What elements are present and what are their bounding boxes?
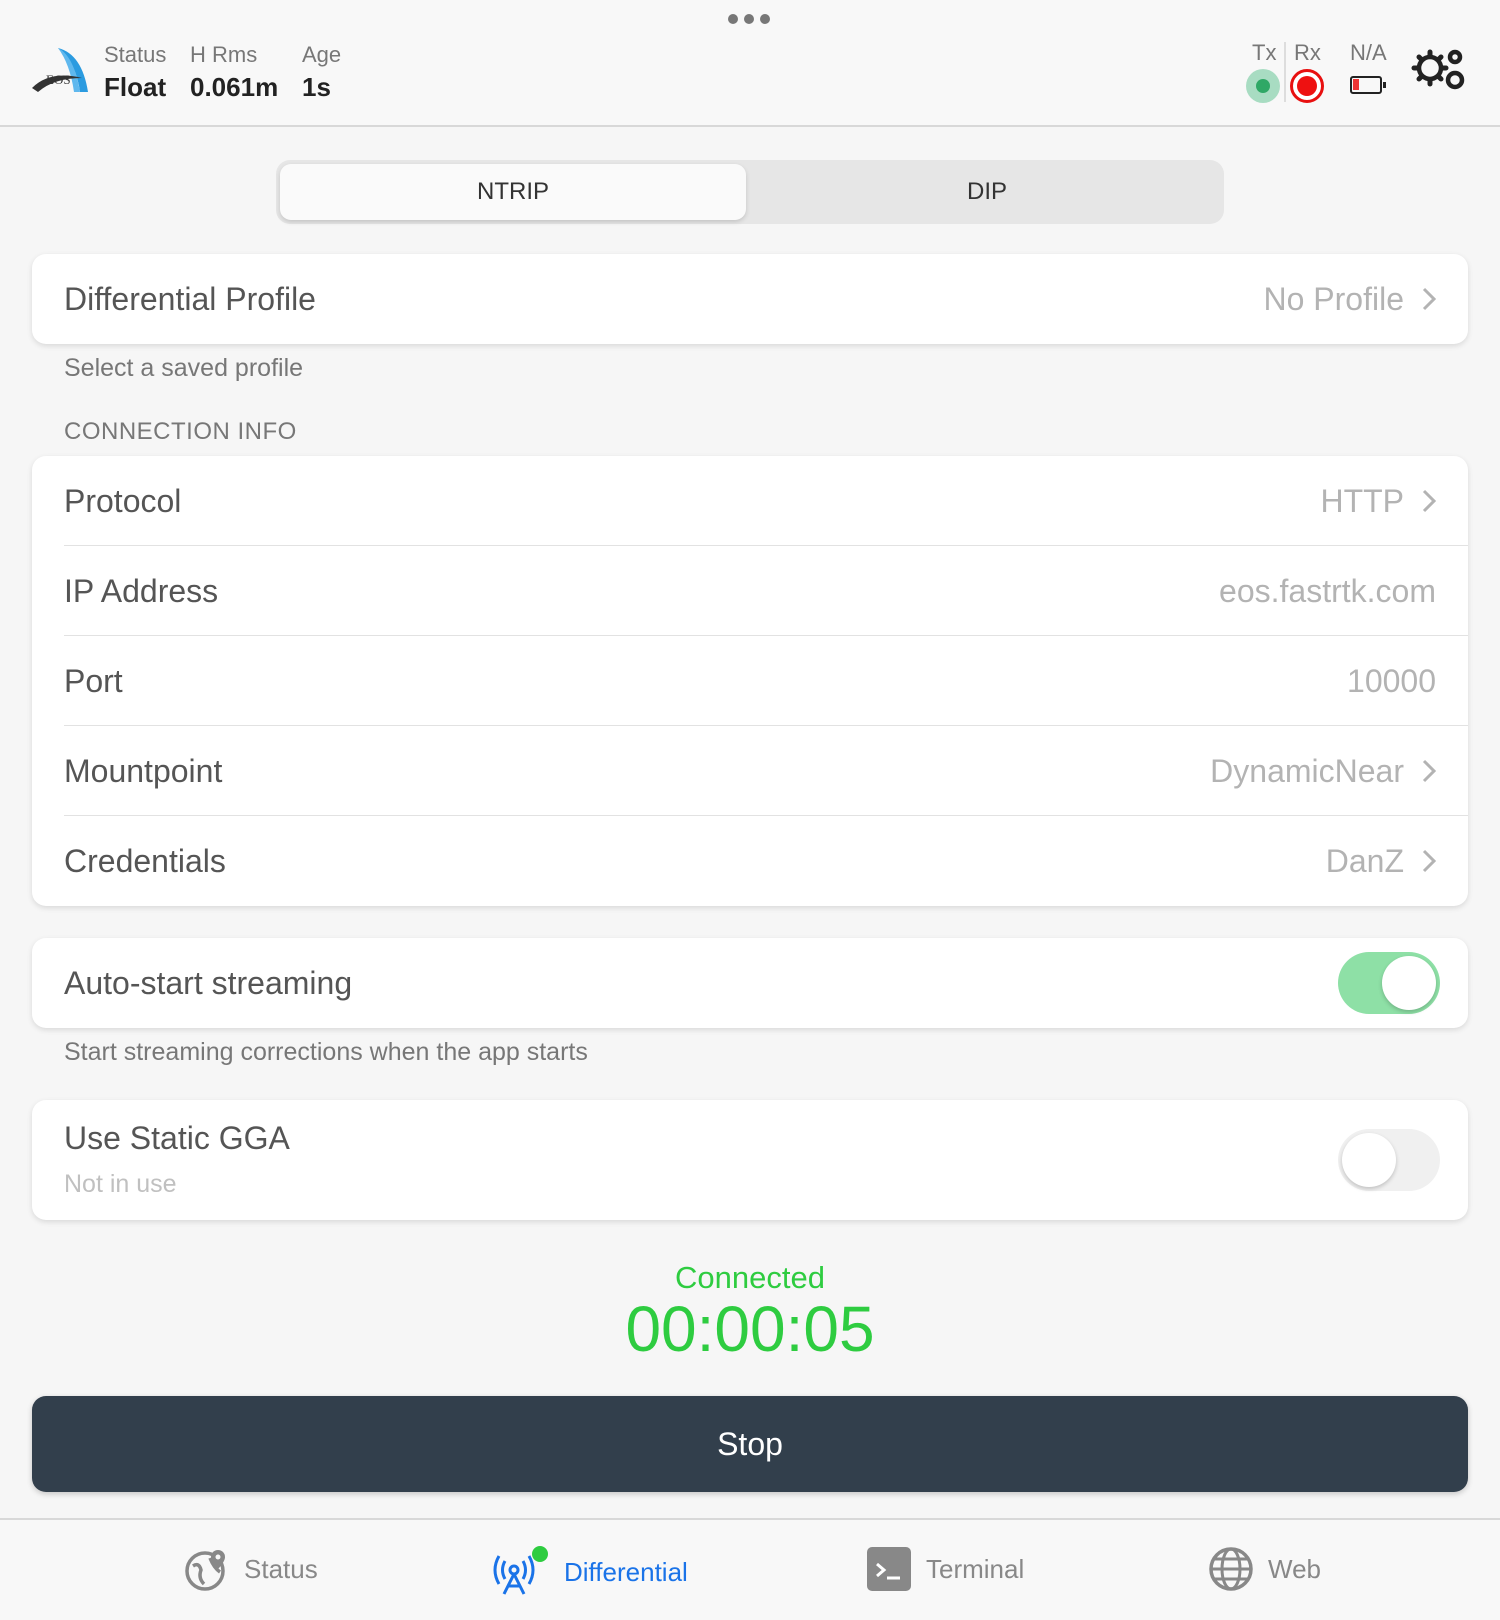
port-label: Port [64,662,123,699]
static-gga-label: Use Static GGA [64,1120,290,1156]
mountpoint-value: DynamicNear [1210,752,1404,789]
antenna-tower-icon [493,1546,548,1595]
tab-differential-label: Differential [564,1556,688,1587]
mountpoint-label: Mountpoint [64,752,223,789]
differential-profile-label: Differential Profile [64,280,316,317]
chevron-right-icon [1422,849,1436,873]
more-dots-icon[interactable] [728,14,770,24]
tab-terminal[interactable]: Terminal [866,1546,1024,1592]
ip-address-label: IP Address [64,572,219,609]
tab-web-label: Web [1268,1553,1321,1584]
hrms-value: 0.061m [190,72,279,102]
credentials-row[interactable]: Credentials DanZ [32,816,1468,906]
age-stat: Age 1s [302,42,341,103]
chevron-right-icon [1422,759,1436,783]
battery-label: N/A [1350,40,1387,65]
profile-card: Differential Profile No Profile [32,254,1468,344]
port-value[interactable]: 10000 [1347,663,1436,700]
hrms-label: H Rms [190,42,258,67]
tab-dip[interactable]: DIP [754,164,1220,220]
static-gga-sublabel: Not in use [64,1170,177,1198]
tx-label: Tx [1252,40,1277,65]
rx-indicator [1290,69,1324,103]
txrx-divider [1284,42,1286,102]
tab-terminal-label: Terminal [926,1553,1025,1584]
autostart-row: Auto-start streaming [32,938,1468,1028]
status-value: Float [104,72,167,102]
protocol-value: HTTP [1320,482,1404,519]
tab-ntrip[interactable]: NTRIP [280,164,746,220]
autostart-card: Auto-start streaming [32,938,1468,1028]
chevron-right-icon [1422,489,1436,513]
differential-profile-row[interactable]: Differential Profile No Profile [32,254,1468,344]
stop-button[interactable]: Stop [32,1396,1468,1492]
terminal-icon [867,1547,911,1591]
connection-info-card: Protocol HTTP IP Address eos.fastrtk.com… [32,456,1468,906]
ip-address-value[interactable]: eos.fastrtk.com [1219,573,1436,610]
port-row[interactable]: Port 10000 [32,636,1468,726]
protocol-row[interactable]: Protocol HTTP [32,456,1468,546]
static-gga-toggle[interactable] [1338,1129,1440,1191]
autostart-label: Auto-start streaming [64,964,353,1001]
credentials-label: Credentials [64,842,226,879]
static-gga-card: Use Static GGA Not in use [32,1100,1468,1220]
profile-hint: Select a saved profile [64,354,304,382]
credentials-value: DanZ [1325,842,1404,879]
differential-profile-value: No Profile [1263,280,1405,317]
protocol-label: Protocol [64,482,182,519]
connection-info-section-title: CONNECTION INFO [64,418,297,445]
protocol-segmented-control: NTRIP DIP [276,160,1224,224]
tx-indicator [1246,69,1280,103]
tab-differential[interactable]: Differential [490,1546,688,1598]
battery-icon [1350,76,1386,94]
tab-web[interactable]: Web [1208,1546,1321,1592]
tab-status-label: Status [244,1553,318,1584]
settings-gear-icon[interactable] [1410,46,1470,94]
autostart-toggle[interactable] [1338,952,1440,1014]
hrms-stat: H Rms 0.061m [190,42,278,103]
age-value: 1s [302,72,331,102]
svg-text:EOS: EOS [46,72,71,87]
connection-state: Connected [675,1260,825,1295]
rx-label: Rx [1294,40,1321,65]
globe-pin-icon [185,1550,225,1591]
bottom-tab-bar: Status Differential Terminal Web [0,1518,1500,1620]
chevron-right-icon [1422,287,1436,311]
globe-icon [1209,1547,1253,1591]
connection-timer: 00:00:05 [625,1293,875,1365]
ip-address-row[interactable]: IP Address eos.fastrtk.com [32,546,1468,636]
mountpoint-row[interactable]: Mountpoint DynamicNear [32,726,1468,816]
status-label: Status [104,42,167,67]
eos-logo: EOS [32,48,88,92]
age-label: Age [302,42,342,67]
status-stat: Status Float [104,42,166,103]
status-header: EOS Status Float H Rms 0.061m Age 1s Tx … [0,0,1500,127]
autostart-hint: Start streaming corrections when the app… [64,1038,588,1066]
tab-status[interactable]: Status [184,1546,318,1592]
